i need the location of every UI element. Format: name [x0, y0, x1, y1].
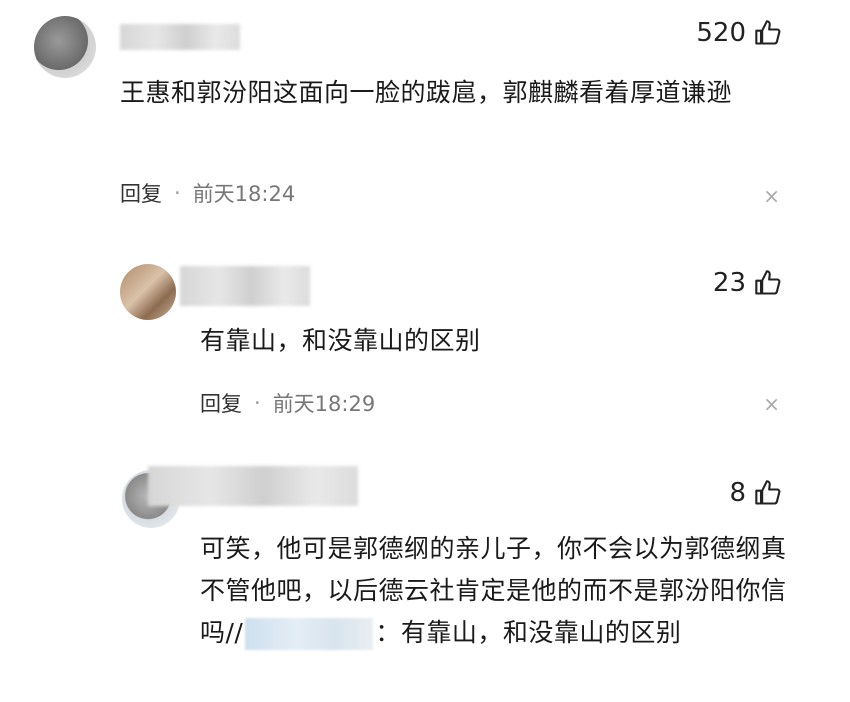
separator: ·: [254, 391, 261, 415]
comment-text: 王惠和郭汾阳这面向一脸的跋扈，郭麒麟看着厚道谦逊: [120, 78, 733, 107]
comment-meta: 回复 · 前天18:24: [120, 178, 295, 208]
comment-text: 可笑，他可是郭德纲的亲儿子，你不会以为郭德纲真不管他吧，以后德云社肯定是他的而不…: [200, 528, 790, 654]
comment-text-part2: ：有靠山，和没靠山的区别: [375, 618, 682, 647]
like-button[interactable]: 8: [729, 478, 782, 508]
avatar[interactable]: [34, 16, 96, 78]
reply-button[interactable]: 回复: [200, 388, 242, 418]
username-redacted[interactable]: [148, 466, 358, 506]
avatar[interactable]: [120, 264, 176, 320]
username-redacted[interactable]: [180, 266, 310, 306]
mention-redacted: [245, 618, 374, 650]
comment-item: 520 王惠和郭汾阳这面向一脸的跋扈，郭麒麟看着厚道谦逊 回复 · 前天18:2…: [0, 0, 850, 230]
like-button[interactable]: 520: [696, 18, 782, 48]
comment-meta: 回复 · 前天18:29: [200, 388, 375, 418]
reply-button[interactable]: 回复: [120, 178, 162, 208]
close-icon[interactable]: ×: [763, 184, 780, 208]
close-icon[interactable]: ×: [763, 392, 780, 416]
separator: ·: [174, 181, 181, 205]
timestamp: 前天18:29: [272, 392, 376, 416]
username-redacted[interactable]: [120, 24, 240, 50]
comment-text: 有靠山，和没靠山的区别: [200, 326, 481, 355]
thumbs-up-icon: [755, 20, 781, 45]
reply-item: 23 有靠山，和没靠山的区别 回复 · 前天18:29 ×: [0, 250, 850, 450]
thumbs-up-icon: [755, 480, 781, 505]
like-button[interactable]: 23: [713, 268, 782, 298]
like-count: 520: [696, 18, 746, 48]
thumbs-up-icon: [755, 270, 781, 295]
reply-item: 8 可笑，他可是郭德纲的亲儿子，你不会以为郭德纲真不管他吧，以后德云社肯定是他的…: [0, 460, 850, 702]
like-count: 8: [729, 478, 746, 508]
like-count: 23: [712, 268, 746, 298]
timestamp: 前天18:24: [192, 182, 296, 206]
